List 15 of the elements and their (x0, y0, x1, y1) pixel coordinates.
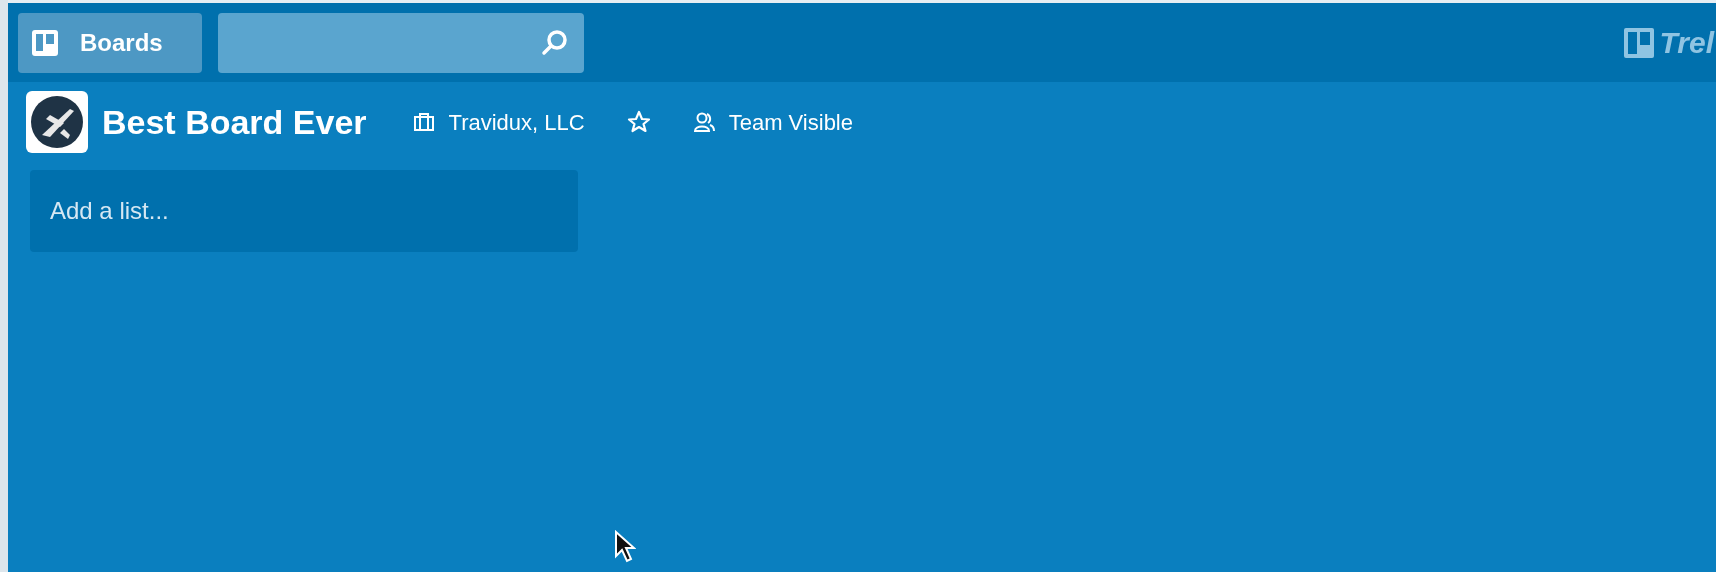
add-list-field[interactable]: Add a list... (30, 170, 578, 252)
search-field[interactable] (218, 12, 584, 73)
star-icon (626, 110, 651, 134)
briefcase-icon (412, 112, 435, 132)
team-button[interactable]: Travidux, LLC (404, 101, 593, 143)
board-icon (32, 29, 58, 56)
logo-text: Trel (1659, 25, 1714, 61)
visibility-button[interactable]: Team Visible (684, 101, 861, 143)
search-icon (540, 28, 568, 57)
logo-icon (1623, 27, 1654, 58)
boards-button[interactable]: Boards (18, 12, 202, 73)
board-title[interactable]: Best Board Ever (102, 96, 367, 148)
person-icon (692, 111, 715, 133)
cursor-icon (614, 530, 636, 564)
logo[interactable]: Trel (1623, 20, 1714, 65)
